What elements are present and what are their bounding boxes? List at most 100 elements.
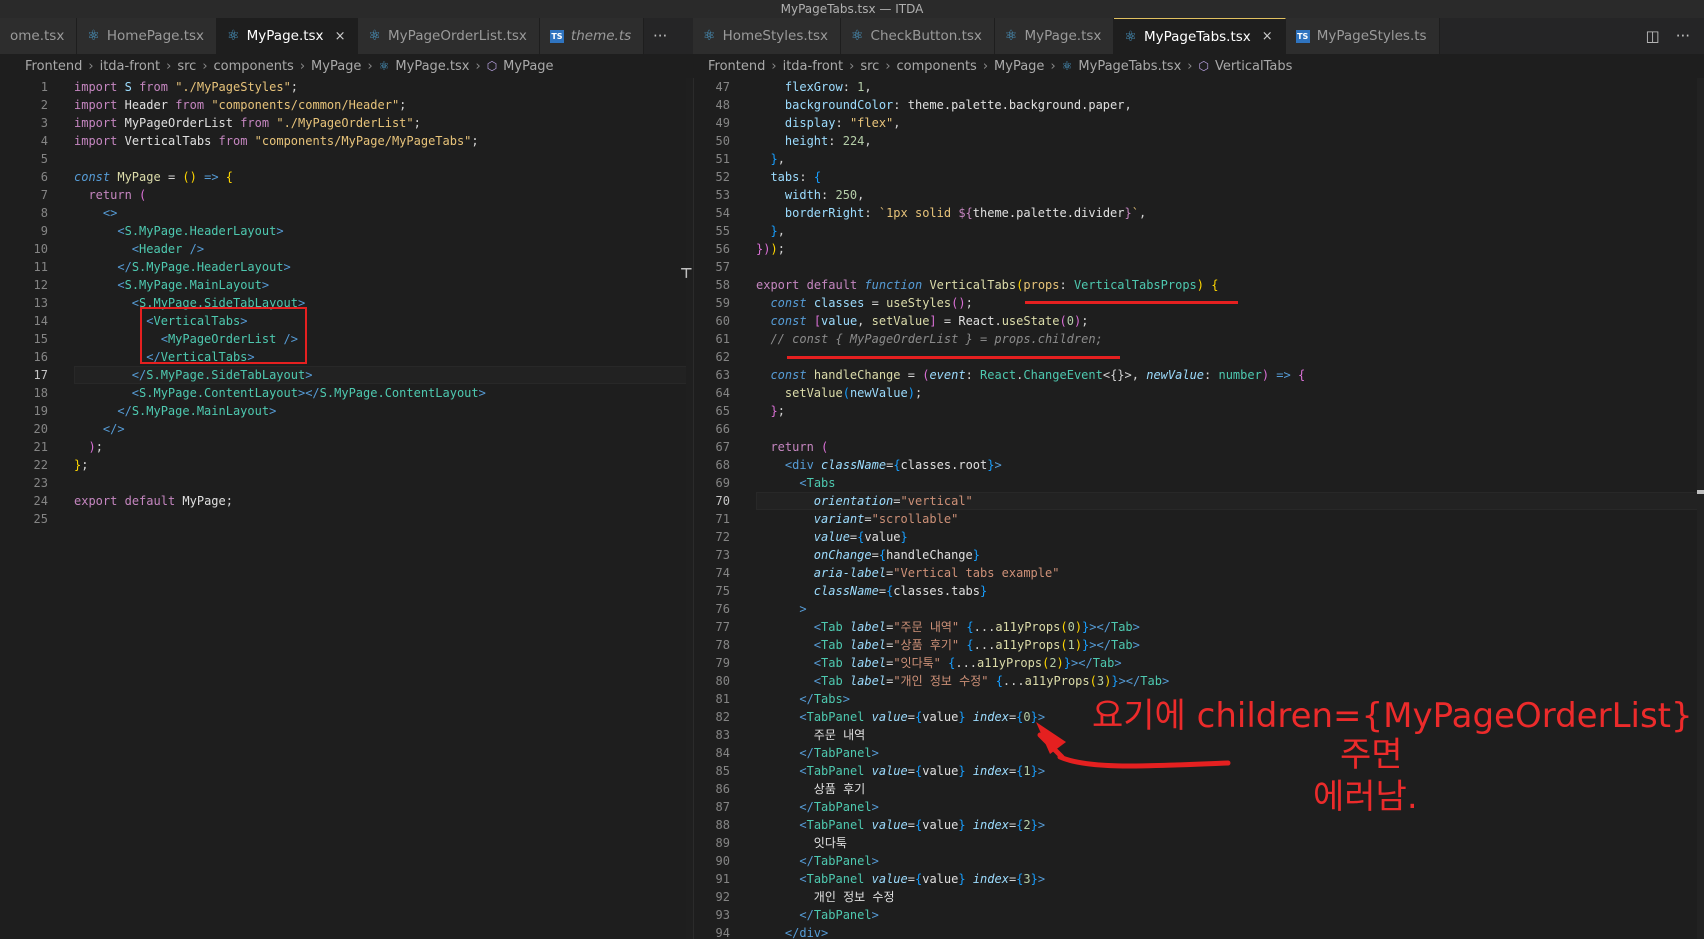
code-line: 47 flexGrow: 1,	[694, 78, 1704, 96]
left-editor[interactable]: 1 import S from "./MyPageStyles"; 2 import …	[0, 78, 693, 939]
line-number: 72	[715, 530, 730, 544]
line-number: 8	[40, 206, 48, 220]
code-token: "주문 내역"	[893, 620, 960, 634]
react-icon: ⚛	[378, 59, 390, 73]
breadcrumb-item[interactable]: Frontend	[25, 59, 82, 74]
code-token: from	[139, 80, 168, 94]
code-token: ;	[471, 134, 479, 148]
close-icon[interactable]: ×	[335, 29, 346, 44]
breadcrumb-item[interactable]: MyPage	[994, 59, 1044, 74]
breadcrumb-item[interactable]: components	[897, 59, 977, 74]
code-token: >	[261, 278, 270, 292]
code-token: )	[88, 440, 96, 454]
code-token: className	[813, 584, 879, 598]
tab-label: HomePage.tsx	[106, 28, 205, 44]
code-token: ...	[973, 620, 996, 634]
code-text: 개인 정보 수정	[756, 888, 895, 906]
code-token: borderRight	[784, 206, 865, 220]
tab-mypage-tsx[interactable]: ⚛ MyPage.tsx ×	[217, 18, 359, 54]
tab-homestyles-tsx[interactable]: ⚛ HomeStyles.tsx	[693, 18, 841, 54]
code-token: MyPageOrderList	[124, 116, 233, 130]
code-token: }	[1030, 872, 1038, 886]
breadcrumb-item[interactable]: MyPage	[503, 59, 553, 74]
right-scrollbar[interactable]	[1697, 78, 1704, 939]
breadcrumb-item[interactable]: VerticalTabs	[1215, 59, 1292, 74]
breadcrumb-item[interactable]: MyPageTabs.tsx	[1078, 59, 1181, 74]
code-token: Tabs	[813, 692, 843, 706]
breadcrumb-item[interactable]: Frontend	[708, 59, 765, 74]
line-number: 74	[715, 566, 730, 580]
code-token: value	[922, 818, 959, 832]
line-number: 84	[715, 746, 730, 760]
tab-mypagestyles-ts[interactable]: TS MyPageStyles.ts	[1285, 18, 1440, 54]
breadcrumb-item[interactable]: MyPage.tsx	[395, 59, 469, 74]
code-token: <	[117, 278, 125, 292]
code-token: ,	[864, 134, 872, 148]
code-text: const handleChange = (event: React.Chang…	[756, 366, 1305, 384]
breadcrumb-item[interactable]: MyPage	[311, 59, 361, 74]
breadcrumb-item[interactable]: itda-front	[100, 59, 161, 74]
tab-checkbutton-tsx[interactable]: ⚛ CheckButton.tsx	[840, 18, 995, 54]
breadcrumb-item[interactable]: src	[860, 59, 879, 74]
line-number: 64	[715, 386, 730, 400]
react-icon: ⚛	[1061, 59, 1073, 73]
code-token: <	[160, 332, 168, 346]
code-token: <	[813, 656, 822, 670]
code-token: "./MyPageStyles"	[175, 80, 291, 94]
code-token: TabPanel	[813, 800, 872, 814]
code-token: )	[770, 242, 778, 256]
code-token: :	[828, 134, 843, 148]
code-token: ]	[929, 314, 937, 328]
code-token: <{}>,	[1102, 368, 1147, 382]
tab-theme-ts[interactable]: TS theme.ts	[539, 18, 645, 54]
tab-mypage-tsx[interactable]: ⚛ MyPage.tsx	[994, 18, 1115, 54]
tab-mypagetabs-tsx[interactable]: ⚛ MyPageTabs.tsx ×	[1114, 18, 1286, 54]
code-line: 58 export default function VerticalTabs(p…	[694, 276, 1704, 294]
more-actions-icon[interactable]: ···	[1676, 27, 1690, 45]
code-text: orientation="vertical"	[756, 492, 973, 510]
code-token: >	[283, 260, 291, 274]
code-token: >	[842, 692, 850, 706]
more-tabs-icon[interactable]: ···	[644, 18, 676, 54]
code-line: 57	[694, 258, 1704, 276]
code-token: index	[972, 710, 1009, 724]
code-token: props	[1023, 278, 1060, 292]
code-token: "개인 정보 수정"	[893, 674, 989, 688]
code-token: (	[842, 386, 850, 400]
left-scrollbar[interactable]	[686, 78, 693, 939]
tab-label: theme.ts	[570, 28, 632, 44]
breadcrumb-item[interactable]: itda-front	[783, 59, 844, 74]
right-editor[interactable]: 47 flexGrow: 1, 48 backgroundColor: theme…	[693, 78, 1704, 939]
code-token: .	[994, 314, 1002, 328]
close-icon[interactable]: ×	[1262, 29, 1273, 44]
code-line: 4 import VerticalTabs from "components/My…	[0, 132, 693, 150]
breadcrumb-item[interactable]: src	[177, 59, 196, 74]
tab-homepage-tsx[interactable]: ⚛ HomePage.tsx	[77, 18, 218, 54]
code-text: 주문 내역	[756, 726, 865, 744]
code-token: =	[907, 764, 915, 778]
tab-ome-tsx[interactable]: ome.tsx	[0, 18, 78, 54]
code-token: >	[240, 314, 248, 328]
split-editor-icon[interactable]: ◫	[1646, 27, 1660, 45]
code-token: 2	[1023, 818, 1031, 832]
code-text: <Tab label="주문 내역" {...a11yProps(0)}></T…	[756, 618, 1140, 636]
ts-icon: TS	[549, 29, 564, 43]
tab-mypageorderlist-tsx[interactable]: ⚛ MyPageOrderList.tsx	[358, 18, 540, 54]
breadcrumb-item[interactable]: components	[214, 59, 294, 74]
line-number: 52	[715, 170, 730, 184]
code-token: {	[893, 458, 901, 472]
line-number: 23	[33, 476, 48, 490]
code-token: const	[74, 170, 111, 184]
code-token: =	[864, 512, 872, 526]
line-number: 85	[715, 764, 730, 778]
